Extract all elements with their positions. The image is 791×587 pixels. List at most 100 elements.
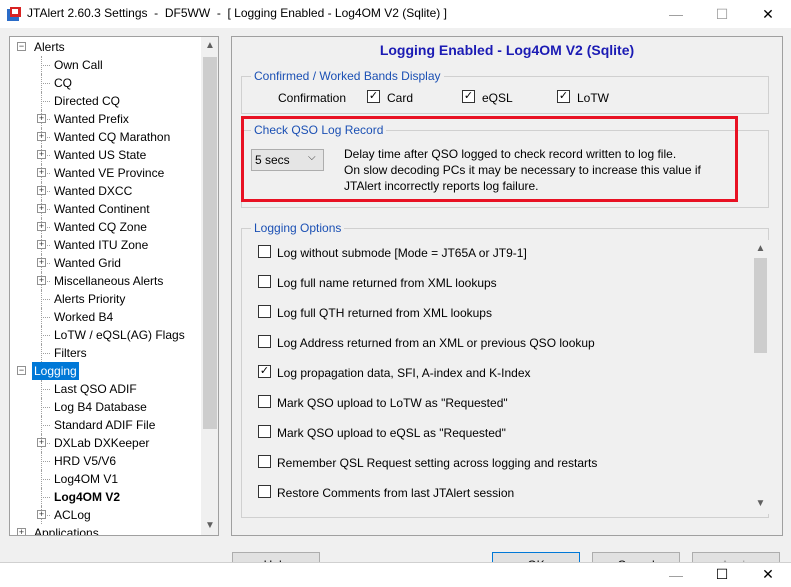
tree-scroll-thumb[interactable]	[203, 57, 217, 429]
tree-item[interactable]: + Wanted CQ Marathon	[10, 128, 200, 146]
tree-item[interactable]: HRD V5/V6	[10, 452, 200, 470]
tree-connector	[41, 479, 50, 480]
close-button[interactable]: ✕	[745, 562, 791, 587]
option-checkbox[interactable]	[258, 395, 271, 408]
tree-item[interactable]: + Wanted VE Province	[10, 164, 200, 182]
expand-icon[interactable]: +	[37, 204, 46, 213]
tree-item[interactable]: + Wanted CQ Zone	[10, 218, 200, 236]
option-checkbox[interactable]	[258, 245, 271, 258]
tree-connector	[41, 452, 42, 470]
card-checkbox[interactable]: ✓	[367, 90, 380, 103]
maximize-button[interactable]: ☐	[699, 0, 745, 28]
expand-icon[interactable]: +	[17, 528, 26, 535]
scroll-down-icon[interactable]: ▼	[201, 517, 218, 535]
bands-group-title: Confirmed / Worked Bands Display	[251, 69, 444, 83]
tree-item[interactable]: + Miscellaneous Alerts	[10, 272, 200, 290]
collapse-icon[interactable]: −	[17, 366, 26, 375]
tree-connector	[41, 74, 42, 92]
tree-item[interactable]: Alerts Priority	[10, 290, 200, 308]
lotw-checkbox[interactable]: ✓	[557, 90, 570, 103]
page-title: Logging Enabled - Log4OM V2 (Sqlite)	[379, 42, 635, 58]
tree-item[interactable]: Last QSO ADIF	[10, 380, 200, 398]
option-checkbox[interactable]	[258, 485, 271, 498]
tree-item[interactable]: + Wanted Grid	[10, 254, 200, 272]
tree-item[interactable]: LoTW / eQSL(AG) Flags	[10, 326, 200, 344]
expand-icon[interactable]: +	[37, 168, 46, 177]
expand-icon[interactable]: +	[37, 276, 46, 285]
expand-icon[interactable]: +	[37, 186, 46, 195]
highlight-box	[241, 116, 738, 202]
collapse-icon[interactable]: −	[17, 42, 26, 51]
tree-item[interactable]: + Wanted US State	[10, 146, 200, 164]
tree-connector	[41, 290, 42, 308]
expand-icon[interactable]: +	[37, 132, 46, 141]
tree-item-label: Wanted CQ Zone	[54, 220, 147, 234]
minimize-button[interactable]: —	[653, 562, 699, 587]
option-checkbox[interactable]	[258, 455, 271, 468]
window-title: JTAlert 2.60.3 Settings - DF5WW - [ Logg…	[27, 6, 447, 20]
tree-item-label: Logging	[32, 362, 79, 380]
tree-connector	[41, 497, 50, 498]
card-label: Card	[387, 91, 414, 105]
logging-options-title: Logging Options	[251, 221, 345, 235]
option-label: Remember QSL Request setting across logg…	[277, 456, 598, 470]
expand-icon[interactable]: +	[37, 258, 46, 267]
tree-item[interactable]: Standard ADIF File	[10, 416, 200, 434]
minimize-button[interactable]: —	[653, 0, 699, 28]
expand-icon[interactable]: +	[37, 510, 46, 519]
option-label: Log without submode [Mode = JT65A or JT9…	[277, 246, 527, 260]
tree-item[interactable]: Directed CQ	[10, 92, 200, 110]
option-checkbox[interactable]: ✓	[258, 365, 271, 378]
options-scroll-thumb[interactable]	[754, 258, 767, 353]
close-button[interactable]: ✕	[745, 0, 791, 28]
tree-connector	[41, 416, 42, 434]
option-label: Restore Comments from last JTAlert sessi…	[277, 486, 515, 500]
option-checkbox[interactable]	[258, 305, 271, 318]
tree-item[interactable]: + Wanted DXCC	[10, 182, 200, 200]
expand-icon[interactable]: +	[37, 150, 46, 159]
scroll-up-icon[interactable]: ▲	[201, 37, 218, 55]
tree-item[interactable]: Log4OM V2	[10, 488, 200, 506]
expand-icon[interactable]: +	[37, 438, 46, 447]
tree-item[interactable]: + Wanted Continent	[10, 200, 200, 218]
tree-item-label: CQ	[54, 76, 72, 90]
tree-connector	[41, 308, 42, 326]
option-checkbox[interactable]	[258, 335, 271, 348]
tree-item-label: DXLab DXKeeper	[54, 436, 150, 450]
tree-connector	[41, 326, 42, 344]
tree-item-label: Own Call	[54, 58, 103, 72]
tree-item[interactable]: Filters	[10, 344, 200, 362]
tree-item-label: Filters	[54, 346, 87, 360]
tree-item[interactable]: + Wanted Prefix	[10, 110, 200, 128]
expand-icon[interactable]: +	[37, 222, 46, 231]
tree-item[interactable]: + ACLog	[10, 506, 200, 524]
option-checkbox[interactable]	[258, 275, 271, 288]
option-label: Log full name returned from XML lookups	[277, 276, 497, 290]
expand-icon[interactable]: +	[37, 240, 46, 249]
tree-item[interactable]: Log4OM V1	[10, 470, 200, 488]
scroll-up-icon[interactable]: ▲	[752, 240, 769, 258]
settings-tree[interactable]: − Alerts Own Call CQ Directed CQ + Wanted Pref…	[9, 36, 219, 536]
expand-icon[interactable]: +	[37, 114, 46, 123]
tree-connector	[41, 398, 42, 416]
lotw-label: LoTW	[577, 91, 610, 105]
tree-item[interactable]: − Alerts	[10, 38, 200, 56]
tree-item[interactable]: Own Call	[10, 56, 200, 74]
scroll-down-icon[interactable]: ▼	[752, 495, 769, 513]
tree-connector	[41, 461, 50, 462]
tree-item[interactable]: Log B4 Database	[10, 398, 200, 416]
option-checkbox[interactable]	[258, 425, 271, 438]
tree-item-label: Wanted VE Province	[54, 166, 165, 180]
tree-item-label: Alerts Priority	[54, 292, 126, 306]
confirmation-label: Confirmation	[278, 91, 347, 105]
tree-item-label: HRD V5/V6	[54, 454, 117, 468]
tree-item[interactable]: CQ	[10, 74, 200, 92]
tree-item[interactable]: Worked B4	[10, 308, 200, 326]
eqsl-checkbox[interactable]: ✓	[462, 90, 475, 103]
tree-item[interactable]: + Wanted ITU Zone	[10, 236, 200, 254]
tree-item[interactable]: − Logging	[10, 362, 200, 380]
maximize-button[interactable]: ☐	[699, 562, 745, 587]
tree-item[interactable]: + DXLab DXKeeper	[10, 434, 200, 452]
tree-item[interactable]: + Applications	[10, 524, 200, 535]
option-label: Log propagation data, SFI, A-index and K…	[277, 366, 531, 380]
